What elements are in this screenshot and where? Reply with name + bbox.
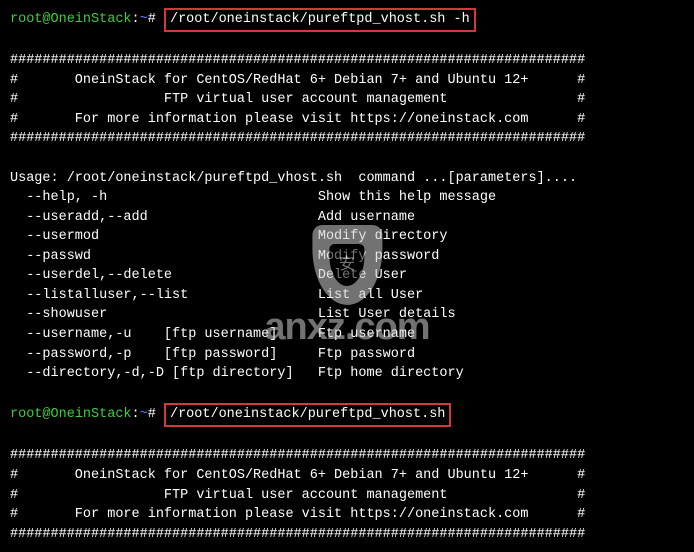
option-row: --usermod Modify directory [10,227,684,247]
option-row: --passwd Modify password [10,247,684,267]
option-row: --showuser List User details [10,305,684,325]
prompt-colon: : [132,407,140,422]
banner-border: ########################################… [10,446,684,466]
prompt-path: ~ [140,12,148,27]
blank-line [10,427,684,447]
banner-border: ########################################… [10,525,684,545]
prompt-line-2[interactable]: root@OneinStack:~# /root/oneinstack/pure… [10,403,684,427]
option-row: --listalluser,--list List all User [10,286,684,306]
prompt-line-1[interactable]: root@OneinStack:~# /root/oneinstack/pure… [10,8,684,32]
blank-line [10,149,684,169]
prompt-at: @ [42,407,50,422]
banner-line-1: # OneinStack for CentOS/RedHat 6+ Debian… [10,71,684,91]
prompt-path: ~ [140,407,148,422]
prompt-symbol: # [148,12,156,27]
prompt-symbol: # [148,407,156,422]
option-row: --username,-u [ftp username] Ftp usernam… [10,325,684,345]
usage-header: Usage: /root/oneinstack/pureftpd_vhost.s… [10,169,684,189]
banner-line-2: # FTP virtual user account management # [10,90,684,110]
option-row: --help, -h Show this help message [10,188,684,208]
prompt-user: root [10,12,42,27]
banner-border: ########################################… [10,129,684,149]
blank-line [10,384,684,404]
highlighted-command-2: /root/oneinstack/pureftpd_vhost.sh [164,403,451,427]
terminal-output: root@OneinStack:~# /root/oneinstack/pure… [10,8,684,544]
prompt-host: OneinStack [51,407,132,422]
prompt-user: root [10,407,42,422]
blank-line [10,32,684,52]
option-row: --useradd,--add Add username [10,208,684,228]
banner-line-3: # For more information please visit http… [10,110,684,130]
banner-line-3: # For more information please visit http… [10,505,684,525]
highlighted-command-1: /root/oneinstack/pureftpd_vhost.sh -h [164,8,476,32]
prompt-host: OneinStack [51,12,132,27]
option-row: --password,-p [ftp password] Ftp passwor… [10,345,684,365]
prompt-colon: : [132,12,140,27]
banner-line-2: # FTP virtual user account management # [10,486,684,506]
banner-border: ########################################… [10,51,684,71]
banner-line-1: # OneinStack for CentOS/RedHat 6+ Debian… [10,466,684,486]
prompt-at: @ [42,12,50,27]
option-row: --userdel,--delete Delete User [10,266,684,286]
option-row: --directory,-d,-D [ftp directory] Ftp ho… [10,364,684,384]
